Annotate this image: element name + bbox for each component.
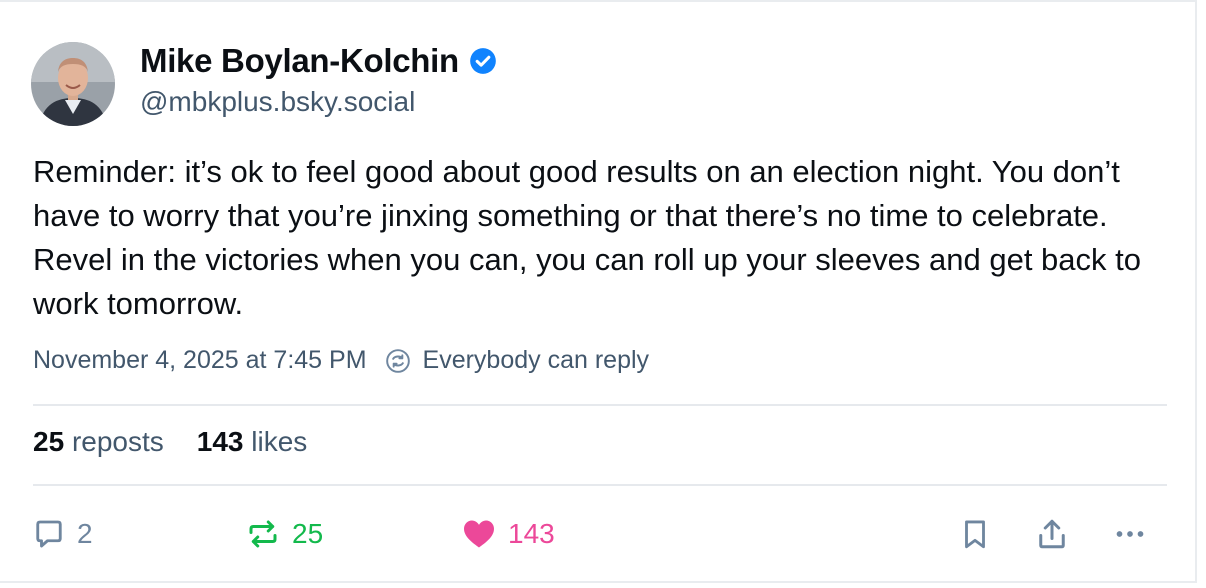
share-icon (1039, 519, 1065, 549)
more-options-button[interactable] (1112, 516, 1148, 552)
more-icon (1116, 531, 1144, 537)
reposts-label: reposts (71, 426, 164, 457)
bookmark-button[interactable] (958, 516, 992, 552)
reply-setting-label: Everybody can reply (422, 346, 650, 374)
likes-stat[interactable]: 143 likes (197, 426, 308, 458)
post-card: Mike Boylan-Kolchin @mbkplus.bsky.social… (0, 0, 1197, 583)
reply-count: 2 (77, 518, 93, 549)
repost-icon (249, 520, 277, 548)
post-meta: November 4, 2025 at 7:45 PM Everybody ca… (33, 346, 649, 375)
avatar[interactable] (31, 42, 115, 126)
author-name[interactable]: Mike Boylan-Kolchin (140, 42, 497, 80)
action-bar: 2 25 143 (0, 510, 1197, 560)
engagement-stats: 25 reposts 143 likes (33, 426, 307, 458)
post-timestamp[interactable]: November 4, 2025 at 7:45 PM (33, 346, 367, 375)
post-text: Reminder: it’s ok to feel good about goo… (33, 154, 1142, 321)
share-button[interactable] (1034, 516, 1070, 552)
divider (33, 404, 1167, 406)
reply-restriction-icon (385, 348, 410, 373)
bookmark-icon (965, 520, 985, 549)
like-button[interactable]: 143 (460, 516, 555, 552)
reposts-count: 25 (33, 426, 65, 457)
reposts-stat[interactable]: 25 reposts (33, 426, 164, 458)
repost-button[interactable]: 25 (244, 516, 323, 552)
repost-count: 25 (292, 518, 324, 549)
reply-button[interactable]: 2 (31, 516, 93, 552)
reply-icon (36, 520, 62, 548)
author-handle[interactable]: @mbkplus.bsky.social (140, 86, 415, 118)
verified-badge-icon (470, 48, 496, 74)
likes-count: 143 (196, 426, 244, 457)
heart-icon (464, 520, 494, 548)
divider (33, 484, 1167, 486)
reply-setting: Everybody can reply (385, 346, 650, 375)
author-name-text[interactable]: Mike Boylan-Kolchin (140, 42, 459, 80)
like-count: 143 (508, 518, 555, 549)
likes-label: likes (251, 426, 308, 457)
